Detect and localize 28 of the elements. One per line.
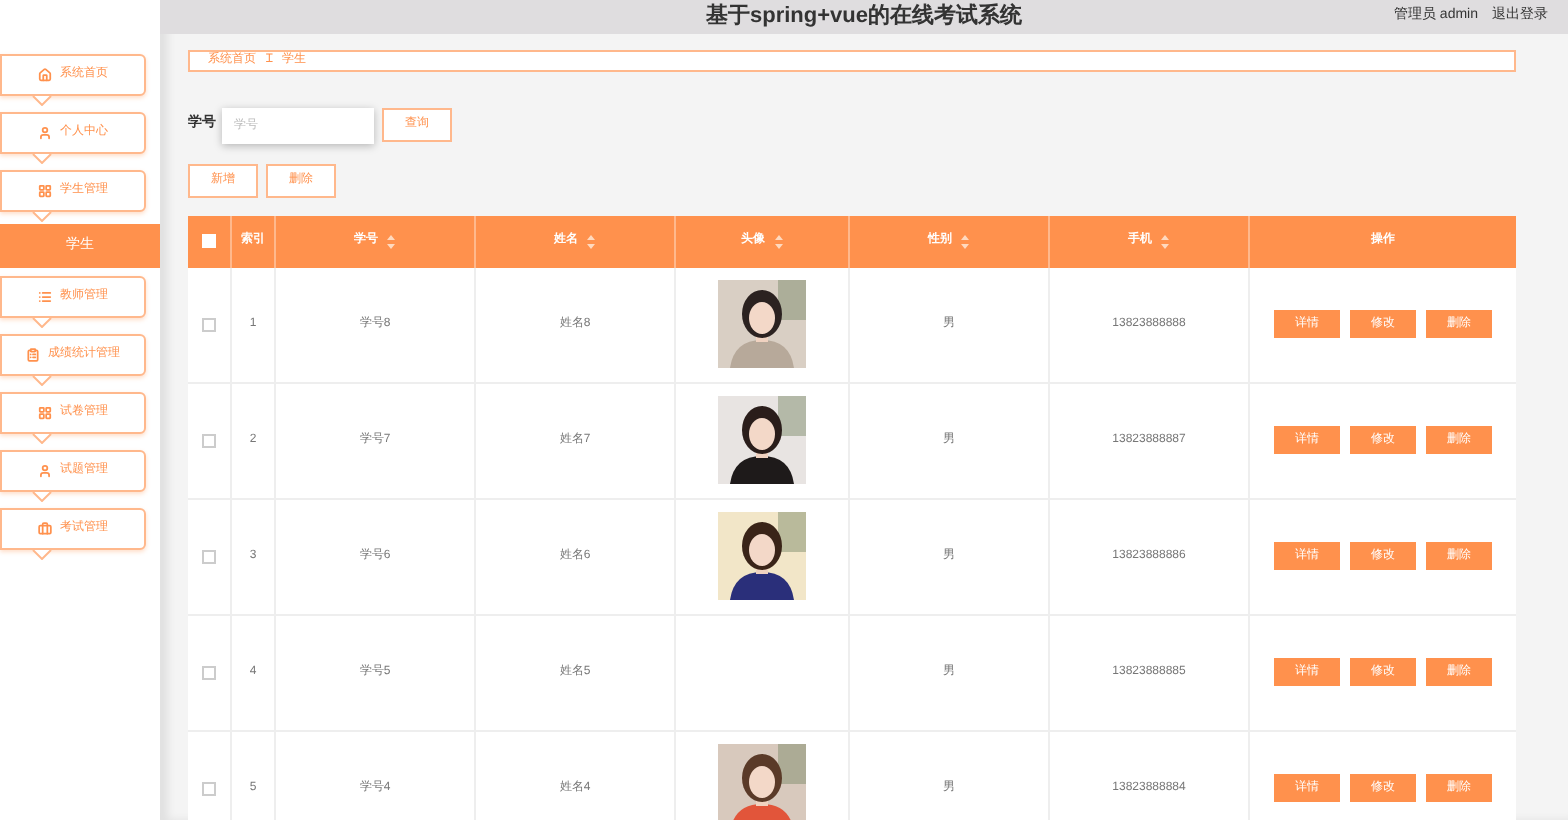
- pointer-icon: [32, 550, 52, 560]
- grid-icon: [38, 406, 52, 420]
- pointer-icon: [32, 376, 52, 386]
- user-icon: [38, 464, 52, 478]
- select-all-checkbox[interactable]: [202, 234, 216, 248]
- briefcase-icon: [38, 522, 52, 536]
- row-checkbox[interactable]: [202, 549, 216, 563]
- sort-icon[interactable]: [386, 233, 396, 249]
- pointer-icon: [32, 492, 52, 502]
- row-checkbox[interactable]: [202, 317, 216, 331]
- pointer-icon: [32, 96, 52, 106]
- home-icon: [38, 68, 52, 82]
- pointer-icon: [32, 212, 52, 222]
- grid-icon: [38, 184, 52, 198]
- sort-icon[interactable]: [586, 233, 596, 249]
- clipboard-icon: [26, 348, 40, 362]
- pointer-icon: [32, 318, 52, 328]
- sort-icon[interactable]: [960, 233, 970, 249]
- user-icon: [38, 126, 52, 140]
- row-checkbox[interactable]: [202, 433, 216, 447]
- pointer-icon: [32, 434, 52, 444]
- sort-icon[interactable]: [1160, 233, 1170, 249]
- sort-icon[interactable]: [773, 233, 783, 249]
- row-checkbox[interactable]: [202, 781, 216, 795]
- list-icon: [38, 290, 52, 304]
- app-title: 基于spring+vue的在线考试系统: [706, 1, 1022, 32]
- pointer-icon: [32, 154, 52, 164]
- row-checkbox[interactable]: [202, 665, 216, 679]
